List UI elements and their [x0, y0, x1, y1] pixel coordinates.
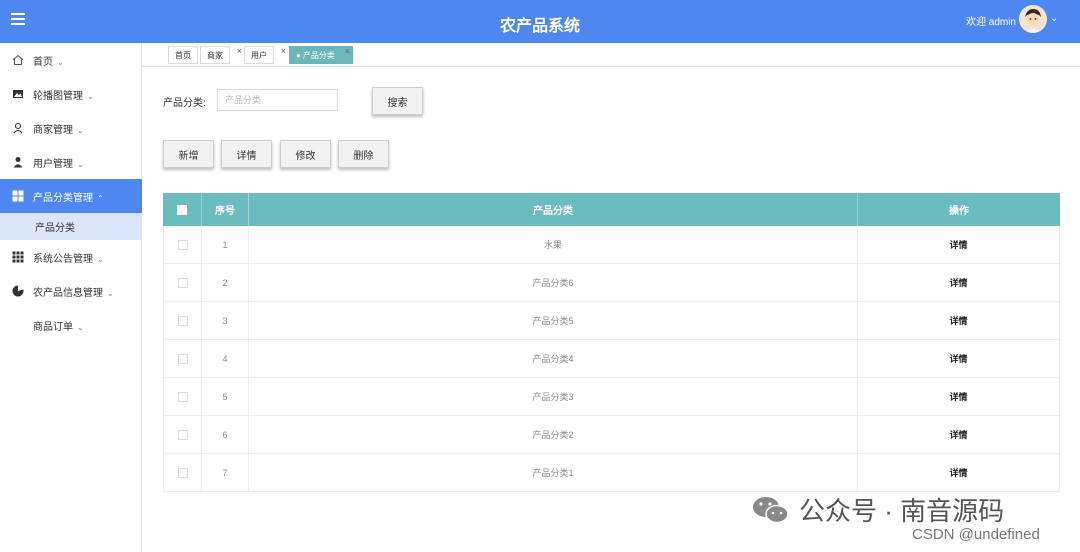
row-name: 产品分类3: [248, 378, 857, 415]
row-index: 2: [201, 264, 248, 301]
tab-label: 首页: [175, 50, 191, 60]
tab-category[interactable]: ● 产品分类 ×: [289, 46, 353, 64]
home-icon: [11, 53, 25, 67]
sidebar-item-label: 轮播图管理 ⌄: [33, 90, 94, 102]
row-checkbox[interactable]: [177, 315, 188, 326]
sidebar-item-label: 产品分类: [35, 223, 75, 234]
sidebar-item-label: 产品分类管理 ⌃: [33, 192, 104, 204]
sidebar-item-label: 农产品信息管理 ⌄: [33, 287, 114, 299]
header-index: 序号: [201, 193, 248, 226]
wechat-icon: [751, 495, 791, 525]
table-row: 2 产品分类6 详情: [163, 264, 1060, 302]
row-detail-link[interactable]: 详情: [857, 226, 1060, 263]
sidebar-item-announcements[interactable]: 系统公告管理 ⌄: [0, 240, 142, 274]
row-detail-link[interactable]: 详情: [857, 302, 1060, 339]
row-name: 产品分类5: [248, 302, 857, 339]
header-op: 操作: [857, 193, 1060, 226]
detail-button[interactable]: 详情: [221, 140, 272, 168]
table-row: 3 产品分类5 详情: [163, 302, 1060, 340]
row-name: 产品分类6: [248, 264, 857, 301]
sidebar-item-product-info[interactable]: 农产品信息管理 ⌄: [0, 274, 142, 308]
watermark: 公众号 · 南音源码: [751, 492, 1051, 527]
row-checkbox[interactable]: [177, 277, 188, 288]
tab-label: 商家: [207, 50, 223, 60]
avatar[interactable]: [1019, 5, 1047, 33]
row-checkbox[interactable]: [177, 467, 188, 478]
table-row: 6 产品分类2 详情: [163, 416, 1060, 454]
top-bar: 农产品系统 欢迎 admin ⌄: [0, 0, 1080, 43]
row-name: 产品分类1: [248, 454, 857, 491]
tab-label: 产品分类: [302, 50, 335, 60]
row-name: 产品分类4: [248, 340, 857, 377]
active-dot-icon: ●: [296, 50, 301, 60]
csdn-watermark: CSDN @undefined: [912, 526, 1040, 543]
add-button[interactable]: 新增: [163, 140, 214, 168]
sidebar-item-label: 商家管理 ⌄: [33, 124, 84, 136]
row-detail-link[interactable]: 详情: [857, 454, 1060, 491]
row-index: 7: [201, 454, 248, 491]
row-detail-link[interactable]: 详情: [857, 264, 1060, 301]
table-row: 1 水果 详情: [163, 226, 1060, 264]
row-index: 4: [201, 340, 248, 377]
row-index: 3: [201, 302, 248, 339]
sidebar-item-users[interactable]: 用户管理 ⌄: [0, 145, 142, 179]
search-input[interactable]: [217, 89, 338, 111]
table-header: 序号 产品分类 操作: [163, 193, 1060, 226]
sidebar-item-label: 用户管理 ⌄: [33, 158, 84, 170]
sidebar-item-merchant[interactable]: 商家管理 ⌄: [0, 111, 142, 145]
row-checkbox[interactable]: [177, 239, 188, 250]
row-index: 5: [201, 378, 248, 415]
app-title: 农产品系统: [499, 18, 580, 35]
chevron-down-icon[interactable]: ⌄: [1050, 13, 1058, 24]
search-label: 产品分类:: [163, 98, 206, 109]
row-index: 1: [201, 226, 248, 263]
tab-users[interactable]: 用户 ×: [244, 46, 286, 64]
row-index: 6: [201, 416, 248, 453]
row-detail-link[interactable]: 详情: [857, 378, 1060, 415]
delete-button[interactable]: 删除: [338, 140, 389, 168]
carousel-icon: [11, 87, 25, 101]
search-button[interactable]: 搜索: [372, 87, 423, 115]
sidebar-item-orders[interactable]: 商品订单 ⌄: [0, 308, 142, 342]
tab-bar: 首页 商家 × 用户 × ● 产品分类 ×: [142, 43, 1080, 67]
row-checkbox[interactable]: [177, 429, 188, 440]
sidebar: 首页⌄ 轮播图管理⌄ 商家管理⌄ 用户管理⌄ 产品分类管理⌃ 产品分类: [0, 43, 142, 552]
row-detail-link[interactable]: 详情: [857, 416, 1060, 453]
close-icon[interactable]: ×: [345, 46, 350, 56]
row-checkbox[interactable]: [177, 353, 188, 364]
sidebar-item-label: 系统公告管理 ⌄: [33, 253, 104, 265]
apps-icon: [11, 250, 25, 264]
welcome-text: 欢迎 admin: [965, 17, 1016, 28]
tab-merchant[interactable]: 商家 ×: [200, 46, 242, 64]
close-icon[interactable]: ×: [237, 46, 242, 56]
edit-button[interactable]: 修改: [280, 140, 331, 168]
merchant-icon: [11, 121, 25, 135]
tab-label: 用户: [251, 50, 267, 60]
header-name: 产品分类: [248, 193, 857, 226]
table-row: 7 产品分类1 详情: [163, 454, 1060, 492]
select-all-cell: [163, 193, 201, 226]
row-name: 水果: [248, 226, 857, 263]
row-name: 产品分类2: [248, 416, 857, 453]
select-all-checkbox[interactable]: [177, 204, 187, 215]
sidebar-item-home[interactable]: 首页 ⌄: [0, 43, 142, 77]
tab-home[interactable]: 首页: [168, 46, 198, 64]
table-row: 5 产品分类3 详情: [163, 378, 1060, 416]
row-detail-link[interactable]: 详情: [857, 340, 1060, 377]
sidebar-item-label: 首页 ⌄: [33, 56, 64, 68]
sidebar-item-label: 商品订单 ⌄: [33, 321, 84, 333]
watermark-text: 公众号 · 南音源码: [799, 496, 1005, 526]
sidebar-item-carousel[interactable]: 轮播图管理 ⌄: [0, 77, 142, 111]
pie-icon: [11, 284, 25, 298]
table-row: 4 产品分类4 详情: [163, 340, 1060, 378]
user-icon: [11, 155, 25, 169]
grid-icon: [11, 189, 25, 203]
close-icon[interactable]: ×: [281, 46, 286, 56]
sidebar-subitem-category[interactable]: 产品分类: [0, 213, 142, 240]
sidebar-item-category-management[interactable]: 产品分类管理 ⌃: [0, 179, 142, 213]
row-checkbox[interactable]: [177, 391, 188, 402]
